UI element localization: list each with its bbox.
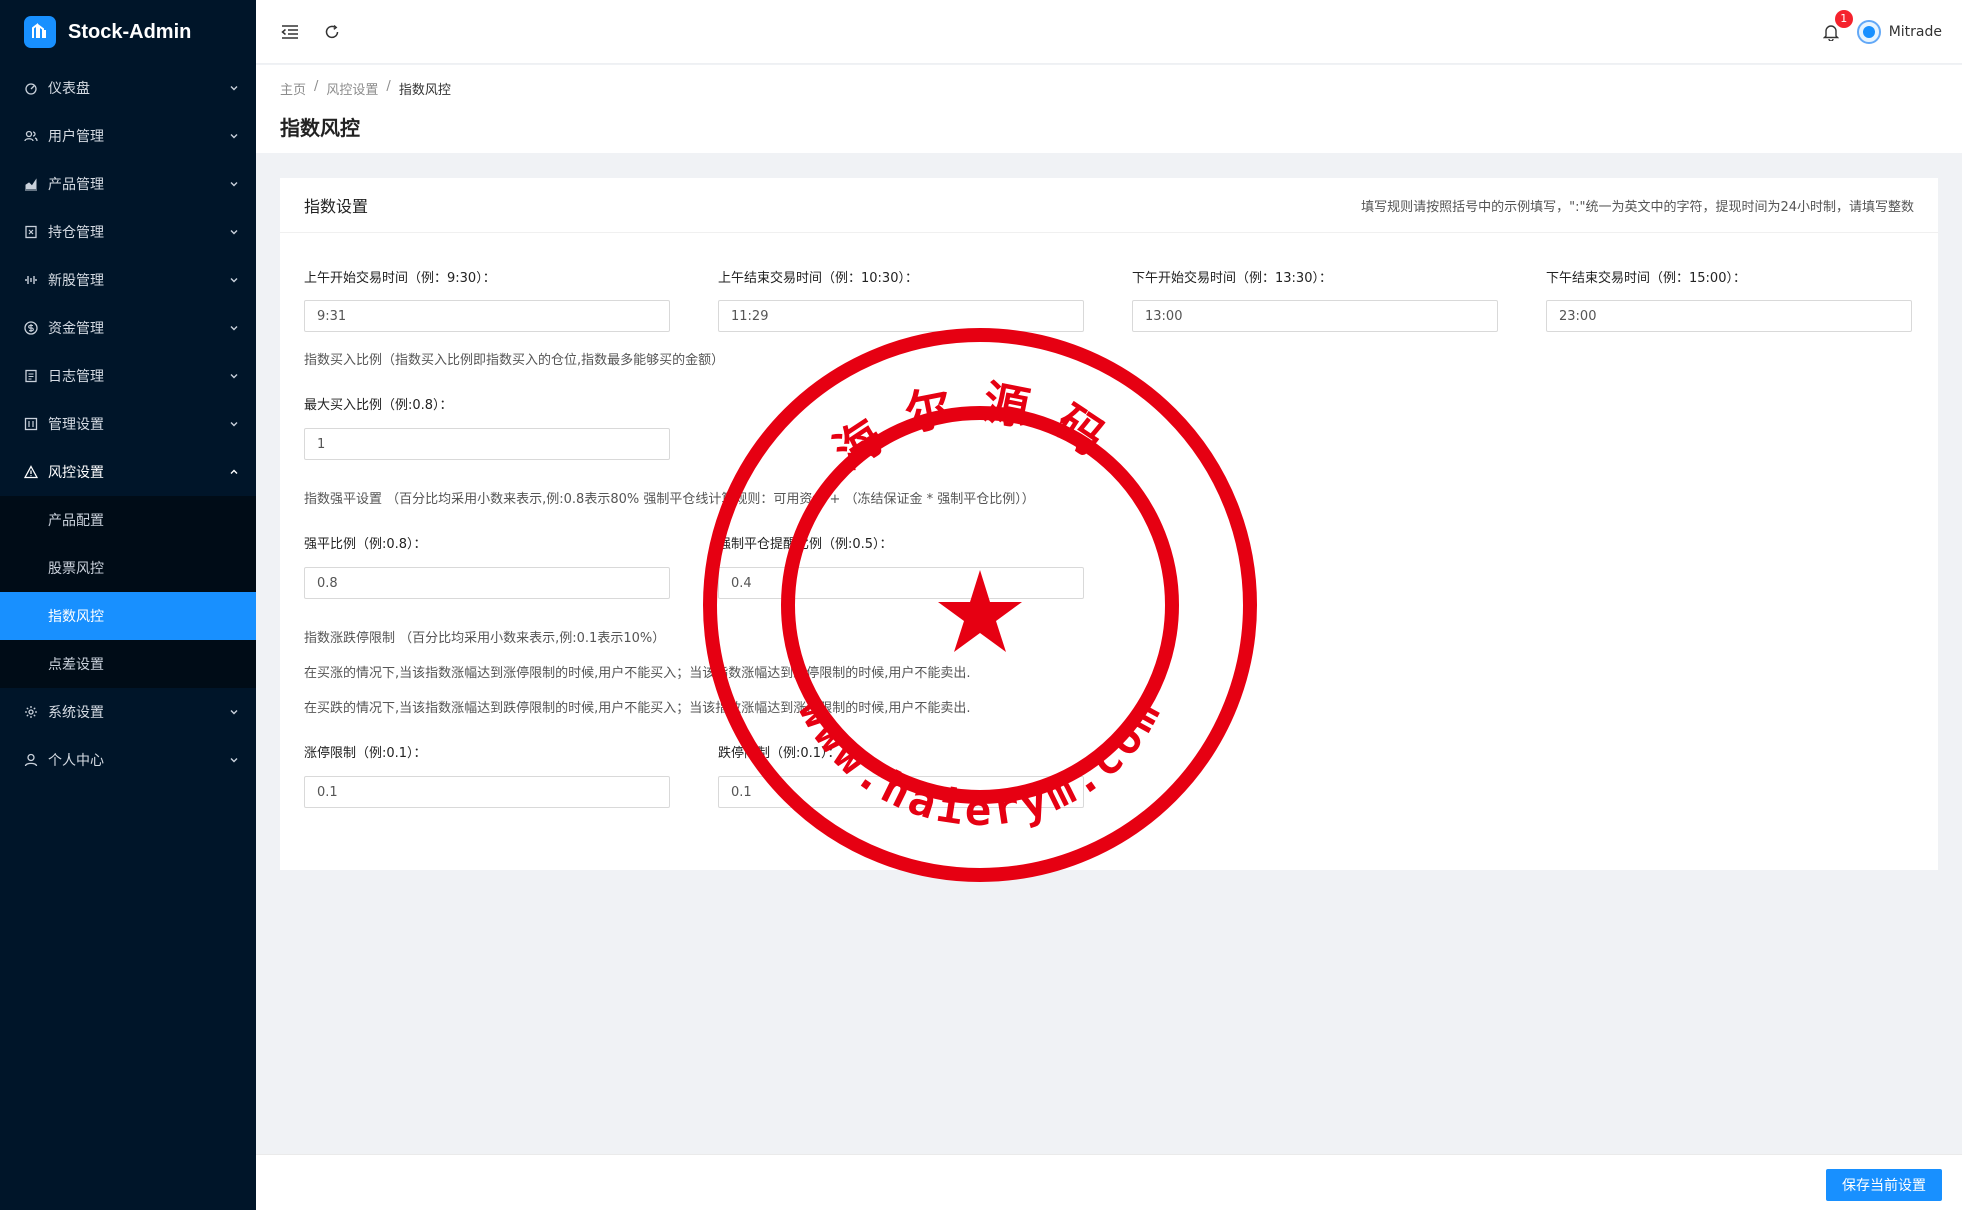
reload-icon[interactable] (320, 20, 344, 44)
sidebar-item-admin-settings[interactable]: 管理设置 (0, 400, 256, 448)
chart-icon (24, 177, 38, 191)
am-end-input[interactable] (718, 300, 1084, 332)
sidebar-subitem-index-risk[interactable]: 指数风控 (0, 592, 256, 640)
chevron-down-icon (228, 706, 240, 718)
sidebar-subitem-stock-risk[interactable]: 股票风控 (0, 544, 256, 592)
gear-icon (24, 705, 38, 719)
breadcrumb-separator: / (386, 79, 391, 94)
brand-logo-icon (24, 16, 56, 48)
limit-note-down: 在买跌的情况下,当该指数涨幅达到跌停限制的时候,用户不能买入；当该指数涨幅达到涨… (304, 701, 971, 716)
money-icon (24, 321, 38, 335)
fall-limit-label: 跌停限制（例:0.1）： (718, 746, 841, 761)
am-start-input[interactable] (304, 300, 670, 332)
menu-fold-icon[interactable] (278, 20, 302, 44)
chevron-down-icon (228, 226, 240, 238)
admin-settings-icon (24, 417, 38, 431)
limit-note-up: 在买涨的情况下,当该指数涨幅达到涨停限制的时候,用户不能买入；当该指数涨幅达到跌… (304, 666, 971, 681)
breadcrumb-separator: / (314, 79, 319, 94)
chevron-down-icon (228, 130, 240, 142)
chevron-down-icon (228, 82, 240, 94)
card-hint: 填写规则请按照括号中的示例填写，":"统一为英文中的字符，提现时间为24小时制，… (1361, 199, 1914, 215)
user-group-icon (24, 129, 38, 143)
max-buy-input[interactable] (304, 428, 670, 460)
page-title: 指数风控 (280, 116, 360, 140)
force-warn-input[interactable] (718, 567, 1084, 599)
chevron-down-icon (228, 322, 240, 334)
pm-start-label: 下午开始交易时间（例：13:30）： (1132, 271, 1332, 286)
chevron-down-icon (228, 754, 240, 766)
am-start-label: 上午开始交易时间（例：9:30）： (304, 271, 496, 286)
sidebar-subitem-product-config[interactable]: 产品配置 (0, 496, 256, 544)
sidebar-item-ipo[interactable]: 新股管理 (0, 256, 256, 304)
page-header: 主页 / 风控设置 / 指数风控 指数风控 (256, 65, 1962, 153)
user-icon (24, 753, 38, 767)
card-header: 指数设置 填写规则请按照括号中的示例填写，":"统一为英文中的字符，提现时间为2… (280, 178, 1938, 233)
sidebar-item-positions[interactable]: 持仓管理 (0, 208, 256, 256)
footer-bar: 保存当前设置 (256, 1154, 1962, 1210)
breadcrumb-home[interactable]: 主页 (280, 79, 306, 98)
chevron-down-icon (228, 274, 240, 286)
ipo-icon (24, 273, 38, 287)
log-icon (24, 369, 38, 383)
breadcrumb-parent[interactable]: 风控设置 (326, 79, 378, 98)
force-liquidation-note: 指数强平设置 （百分比均采用小数来表示,例:0.8表示80% 强制平仓线计算规则… (304, 492, 1035, 507)
save-settings-button[interactable]: 保存当前设置 (1826, 1169, 1942, 1201)
sidebar-item-users[interactable]: 用户管理 (0, 112, 256, 160)
pm-end-label: 下午结束交易时间（例：15:00）： (1546, 271, 1746, 286)
fall-limit-input[interactable] (718, 776, 1084, 808)
sidebar-item-dashboard[interactable]: 仪表盘 (0, 64, 256, 112)
user-name[interactable]: Mitrade (1889, 24, 1942, 40)
sidebar-menu: 仪表盘 用户管理 产品管理 持仓管理 新股管理 资金管理 日志管理 管理设置 风… (0, 64, 256, 784)
pm-start-input[interactable] (1132, 300, 1498, 332)
force-warn-label: 强制平仓提醒比例（例:0.5）： (718, 537, 893, 552)
breadcrumb: 主页 / 风控设置 / 指数风控 (280, 79, 1938, 98)
top-header: 1 Mitrade (256, 0, 1962, 64)
force-ratio-label: 强平比例（例:0.8）： (304, 537, 427, 552)
sidebar-item-funds[interactable]: 资金管理 (0, 304, 256, 352)
position-icon (24, 225, 38, 239)
card-title: 指数设置 (304, 197, 369, 216)
limit-note: 指数涨跌停限制 （百分比均采用小数来表示,例:0.1表示10%） (304, 631, 666, 646)
rise-limit-label: 涨停限制（例:0.1）： (304, 746, 427, 761)
notification-badge: 1 (1834, 9, 1853, 28)
sidebar: Stock-Admin 仪表盘 用户管理 产品管理 持仓管理 新股管理 资金管理… (0, 0, 256, 1210)
chevron-up-icon (228, 466, 240, 478)
chevron-down-icon (228, 418, 240, 430)
dashboard-icon (24, 81, 38, 95)
card-body: 上午开始交易时间（例：9:30）： 上午结束交易时间（例：10:30）： 下午开… (280, 233, 1938, 870)
sidebar-item-profile[interactable]: 个人中心 (0, 736, 256, 784)
sidebar-item-products[interactable]: 产品管理 (0, 160, 256, 208)
force-ratio-input[interactable] (304, 567, 670, 599)
chevron-down-icon (228, 370, 240, 382)
index-settings-card: 指数设置 填写规则请按照括号中的示例填写，":"统一为英文中的字符，提现时间为2… (280, 178, 1938, 870)
risk-submenu: 产品配置 股票风控 指数风控 点差设置 (0, 496, 256, 688)
breadcrumb-current: 指数风控 (398, 83, 451, 98)
chevron-down-icon (228, 178, 240, 190)
max-buy-label: 最大买入比例（例:0.8）： (304, 398, 453, 413)
am-end-label: 上午结束交易时间（例：10:30）： (718, 271, 918, 286)
rise-limit-input[interactable] (304, 776, 670, 808)
brand[interactable]: Stock-Admin (0, 0, 256, 64)
avatar[interactable] (1856, 19, 1881, 44)
pm-end-input[interactable] (1546, 300, 1912, 332)
sidebar-item-logs[interactable]: 日志管理 (0, 352, 256, 400)
brand-title: Stock-Admin (68, 20, 192, 43)
sidebar-item-risk-settings[interactable]: 风控设置 (0, 448, 256, 496)
buy-ratio-note: 指数买入比例（指数买入比例即指数买入的仓位,指数最多能够买的金额） (304, 353, 725, 368)
sidebar-item-system-settings[interactable]: 系统设置 (0, 688, 256, 736)
sidebar-subitem-spread-settings[interactable]: 点差设置 (0, 640, 256, 688)
warning-icon (24, 465, 38, 479)
notification-bell-icon[interactable]: 1 (1819, 9, 1853, 44)
